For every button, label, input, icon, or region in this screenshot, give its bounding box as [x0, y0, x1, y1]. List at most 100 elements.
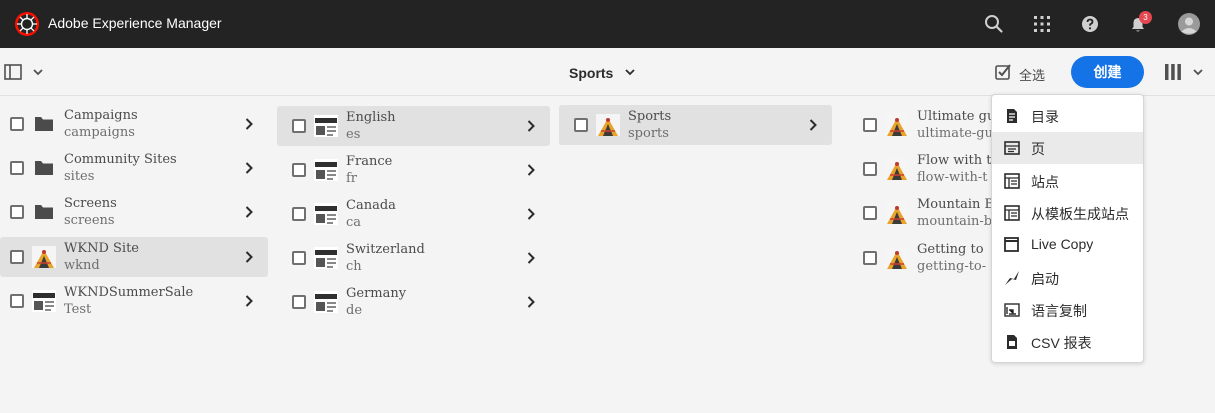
app-title[interactable]: Adobe Experience Manager — [48, 15, 222, 31]
page-thumbnail-icon — [314, 159, 338, 181]
page-thumbnail-icon — [314, 115, 338, 137]
item-name: wknd — [64, 257, 100, 273]
item-checkbox[interactable] — [10, 205, 24, 220]
menu-item-label: CSV 报表 — [1031, 335, 1092, 352]
site-thumbnail-icon — [596, 114, 620, 136]
apps-grid-icon[interactable] — [1030, 12, 1054, 36]
select-all-label[interactable]: 全选 — [1019, 65, 1045, 84]
menu-item[interactable]: 站点 — [992, 165, 1143, 197]
item-title: Mountain Bi — [917, 197, 999, 213]
list-item[interactable]: Flow with t flow-with-t — [848, 149, 992, 189]
create-menu: 目录页站点 从模板生成站点 Live Copy 启动语言复制 CSV 报表 — [991, 94, 1144, 363]
aem-logo-icon[interactable] — [14, 11, 40, 37]
page-thumbnail-icon — [314, 247, 338, 269]
catalog-icon — [1007, 109, 1017, 123]
item-name: sports — [628, 126, 669, 141]
chevron-right-icon[interactable] — [526, 119, 536, 133]
item-checkbox[interactable] — [574, 118, 588, 132]
item-name: fr — [346, 171, 358, 186]
search-icon[interactable] — [982, 12, 1006, 36]
item-checkbox[interactable] — [292, 119, 306, 133]
menu-item[interactable]: 语言复制 — [992, 294, 1143, 326]
menu-item[interactable]: CSV 报表 — [992, 326, 1143, 358]
list-item[interactable]: Sports sports — [559, 105, 832, 145]
item-title: Switzerland — [346, 242, 425, 257]
item-title: Flow with t — [917, 153, 992, 169]
create-button[interactable]: 创建 — [1071, 56, 1144, 88]
list-item[interactable]: Switzerland ch — [277, 238, 550, 278]
page-thumbnail-icon — [314, 291, 338, 313]
chevron-right-icon[interactable] — [244, 294, 254, 308]
column-2: English es France fr Canada ca Switzerland ch Ge… — [277, 96, 550, 413]
site-thumbnail-icon — [885, 158, 909, 181]
list-item[interactable]: WKND Site wknd — [0, 236, 268, 277]
site-thumbnail-icon — [885, 246, 909, 269]
chevron-right-icon[interactable] — [244, 205, 254, 219]
page-title[interactable]: Sports — [569, 65, 613, 81]
item-checkbox[interactable] — [10, 293, 24, 308]
item-name: ultimate-gu — [917, 126, 993, 141]
list-item[interactable]: Mountain Bi mountain-bi — [848, 193, 998, 233]
user-avatar[interactable] — [1177, 12, 1201, 36]
folder-icon — [35, 161, 53, 176]
chevron-right-icon[interactable] — [526, 295, 536, 309]
item-checkbox[interactable] — [10, 249, 24, 264]
item-title: Canada — [346, 198, 396, 213]
item-checkbox[interactable] — [863, 206, 877, 221]
chevron-right-icon[interactable] — [244, 250, 254, 264]
column-view-icon[interactable] — [1164, 63, 1182, 81]
chevron-right-icon[interactable] — [526, 251, 536, 265]
view-switcher-chevron-icon[interactable] — [1192, 67, 1204, 77]
item-name: getting-to- — [917, 258, 987, 274]
menu-item[interactable]: 目录 — [992, 100, 1143, 132]
menu-item[interactable]: 从模板生成站点 — [992, 197, 1143, 229]
chevron-right-icon[interactable] — [244, 161, 254, 175]
rail-toggle-icon[interactable] — [4, 64, 22, 80]
chevron-right-icon[interactable] — [808, 118, 818, 132]
list-item[interactable]: France fr — [277, 150, 550, 190]
item-checkbox[interactable] — [292, 207, 306, 221]
column-1: Campaigns campaigns Community Sites sites Sc… — [0, 96, 268, 413]
column-3: Sports sports — [559, 96, 832, 413]
item-title: Ultimate gu — [917, 109, 996, 124]
list-item[interactable]: Getting to getting-to- — [848, 238, 988, 278]
list-item[interactable]: WKNDSummerSale Test — [0, 281, 268, 321]
list-item[interactable]: Campaigns campaigns — [0, 104, 268, 144]
item-checkbox[interactable] — [292, 295, 306, 309]
title-chevron-down-icon[interactable] — [624, 67, 636, 77]
shell-header: Adobe Experience Manager 3 — [0, 0, 1215, 48]
list-item[interactable]: English es — [277, 106, 550, 146]
item-name: es — [346, 127, 361, 142]
item-checkbox[interactable] — [292, 163, 306, 177]
list-item[interactable]: Community Sites sites — [0, 148, 268, 188]
chevron-right-icon[interactable] — [526, 163, 536, 177]
list-item[interactable]: Ultimate gu ultimate-gu — [848, 105, 995, 145]
select-all-checkbox-icon[interactable] — [994, 63, 1012, 81]
item-title: WKND Site — [64, 240, 139, 256]
item-title: France — [346, 154, 393, 169]
item-checkbox[interactable] — [863, 162, 877, 177]
chevron-down-icon[interactable] — [32, 67, 44, 77]
chevron-right-icon[interactable] — [244, 117, 254, 131]
menu-item[interactable]: 页 — [992, 132, 1143, 165]
item-name: mountain-bi — [917, 214, 997, 230]
list-item[interactable]: Germany de — [277, 282, 550, 322]
item-checkbox[interactable] — [10, 161, 24, 176]
menu-item-label: 启动 — [1031, 270, 1059, 287]
item-checkbox[interactable] — [863, 250, 877, 265]
action-bar: Sports 全选 创建 — [0, 48, 1215, 96]
item-checkbox[interactable] — [863, 118, 877, 132]
menu-item[interactable]: Live Copy — [992, 229, 1143, 261]
list-item[interactable]: Canada ca — [277, 194, 550, 234]
csv-report-icon — [1007, 335, 1017, 350]
item-checkbox[interactable] — [10, 117, 24, 131]
site-icon — [1004, 172, 1020, 189]
item-checkbox[interactable] — [292, 251, 306, 265]
menu-item[interactable]: 启动 — [992, 262, 1143, 294]
chevron-right-icon[interactable] — [526, 207, 536, 221]
folder-icon — [35, 205, 53, 220]
list-item[interactable]: Screens screens — [0, 192, 268, 232]
item-title: Germany — [346, 286, 407, 301]
item-name: flow-with-t — [917, 170, 988, 186]
help-icon[interactable] — [1078, 12, 1102, 36]
